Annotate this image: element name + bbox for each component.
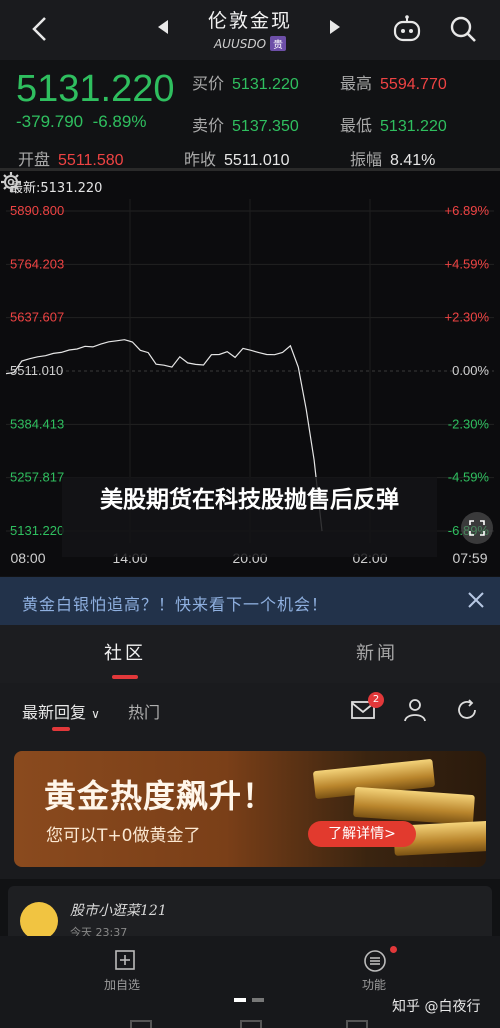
mail-badge: 2: [368, 692, 384, 708]
robot-assistant-icon[interactable]: [392, 14, 422, 44]
y-pct-label: +2.30%: [445, 310, 490, 325]
open-value: 5511.580: [58, 152, 124, 169]
prev-label: 昨收: [184, 150, 217, 169]
y-tick-label: 5890.800: [10, 203, 64, 218]
search-icon[interactable]: [448, 14, 478, 44]
sell-price: 卖价 5137.350: [192, 112, 299, 136]
system-nav-button[interactable]: [130, 1020, 152, 1028]
ad-section: 黄金热度飙升！ 您可以T+0做黄金了 了解详情>: [0, 739, 500, 879]
sell-value: 5137.350: [232, 118, 299, 135]
tab-news[interactable]: 新闻: [356, 639, 398, 665]
prev-symbol-icon[interactable]: [158, 20, 168, 34]
avatar[interactable]: [20, 902, 58, 940]
chevron-down-icon: ∨: [91, 707, 100, 721]
top-nav: 伦敦金现 AUUSDO 贵: [0, 0, 500, 60]
y-tick-label: 5131.220: [10, 523, 64, 538]
y-pct-label: -2.30%: [448, 416, 490, 431]
high-price: 最高 5594.770: [340, 70, 447, 94]
high-label: 最高: [340, 74, 373, 93]
category-tag: 贵: [270, 36, 287, 51]
page-indicator: [234, 998, 264, 1002]
filter-indicator: [52, 727, 70, 731]
symbol-code: AUUSDO 贵: [180, 36, 320, 51]
y-tick-label: 5384.413: [10, 416, 64, 431]
close-icon[interactable]: [466, 590, 486, 610]
zoom-icon[interactable]: [461, 512, 493, 544]
price-change: -379.790 -6.89%: [16, 112, 146, 132]
back-icon[interactable]: [28, 14, 52, 44]
low-label: 最低: [340, 116, 373, 135]
x-tick-label: 07:59: [452, 550, 487, 566]
filter-hot[interactable]: 热门: [128, 699, 160, 723]
post-item[interactable]: 股市小逛菜121 今天 23:37: [8, 886, 492, 940]
ad-subtitle: 您可以T+0做黄金了: [46, 826, 201, 846]
high-value: 5594.770: [380, 76, 447, 93]
watermark: 知乎 @白夜行: [392, 999, 481, 1015]
change-value: -379.790: [16, 112, 84, 131]
user-icon[interactable]: [402, 697, 428, 723]
y-tick-label: 5511.010: [10, 363, 63, 378]
notice-text: 黄金白银怕追高？！快来看下一个机会！: [22, 595, 329, 614]
settings-gear-icon[interactable]: [0, 171, 22, 193]
bottom-bar: 加自选 功能 知乎 @白夜行: [0, 936, 500, 1028]
notification-dot: [390, 946, 397, 953]
buy-value: 5131.220: [232, 76, 299, 93]
low-value: 5131.220: [380, 118, 447, 135]
last-price: 5131.220: [16, 68, 175, 110]
tab-community[interactable]: 社区: [104, 639, 146, 665]
refresh-icon[interactable]: [454, 697, 480, 723]
y-tick-label: 5764.203: [10, 256, 64, 271]
buy-price: 买价 5131.220: [192, 70, 299, 94]
low-price: 最低 5131.220: [340, 112, 447, 136]
menu-functions-icon[interactable]: [360, 948, 390, 976]
y-pct-label: +6.89%: [445, 203, 490, 218]
ad-headline: 黄金热度飙升！: [44, 777, 276, 815]
prev-value: 5511.010: [224, 152, 290, 169]
prev-close: 昨收 5511.010: [184, 146, 290, 170]
post-username[interactable]: 股市小逛菜121: [70, 900, 167, 920]
active-tab-indicator: [112, 675, 138, 679]
latest-label: 最新:5131.220: [10, 181, 103, 196]
content-tabs: 社区 新闻: [0, 625, 500, 683]
next-symbol-icon[interactable]: [330, 20, 340, 34]
news-banner[interactable]: 美股期货在科技股抛售后反弹: [62, 477, 437, 557]
amp-label: 振幅: [350, 150, 383, 169]
amp-value: 8.41%: [390, 152, 436, 169]
system-nav-button[interactable]: [240, 1020, 262, 1028]
add-favorite-icon[interactable]: [110, 948, 140, 976]
symbol-text: AUUSDO: [213, 37, 267, 51]
y-tick-label: 5637.607: [10, 310, 64, 325]
amplitude: 振幅 8.41%: [350, 146, 435, 170]
y-pct-label: -4.59%: [448, 470, 490, 485]
change-percent: -6.89%: [92, 112, 147, 131]
intraday-chart[interactable]: 5890.800 5764.203 5637.607 5511.010 5384.413…: [0, 168, 500, 576]
open-price: 开盘 5511.580: [18, 146, 124, 170]
buy-label: 买价: [192, 74, 225, 93]
page-title: 伦敦金现: [207, 10, 292, 32]
system-nav-button[interactable]: [346, 1020, 368, 1028]
gold-ad-banner[interactable]: 黄金热度飙升！ 您可以T+0做黄金了 了解详情>: [14, 751, 486, 867]
x-tick-label: 08:00: [10, 550, 45, 566]
community-filters: 最新回复 ∨ 热门: [0, 683, 500, 739]
functions-label[interactable]: 功能: [362, 976, 386, 993]
latest-reply-label: 最新回复: [22, 703, 87, 722]
y-pct-label: 0.00%: [452, 363, 489, 378]
add-favorite-label[interactable]: 加自选: [104, 976, 140, 993]
y-pct-label: +4.59%: [445, 256, 490, 271]
y-tick-label: 5257.817: [10, 470, 64, 485]
ad-details-button[interactable]: 了解详情>: [308, 821, 416, 847]
open-label: 开盘: [18, 150, 51, 169]
promo-notice[interactable]: 黄金白银怕追高？！快来看下一个机会！: [0, 577, 500, 625]
filter-latest-reply[interactable]: 最新回复 ∨: [22, 699, 100, 723]
quote-panel: 5131.220 -379.790 -6.89% 买价 5131.220 卖价 51…: [0, 60, 500, 170]
sell-label: 卖价: [192, 116, 225, 135]
gold-bar-image: [353, 786, 475, 826]
